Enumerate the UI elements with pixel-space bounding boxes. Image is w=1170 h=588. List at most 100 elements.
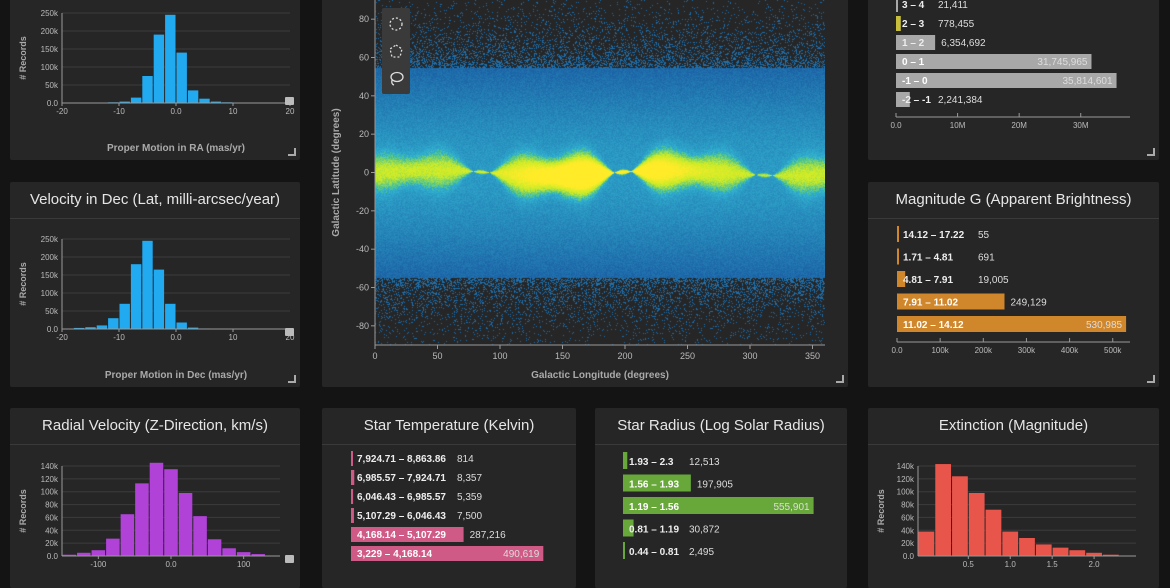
y-tick-label: 80 [359, 14, 369, 24]
y-tick-label: 80k [901, 501, 915, 510]
lasso-select-icon[interactable] [388, 70, 404, 86]
row-value: 55 [978, 230, 990, 241]
y-tick-label: 250k [41, 235, 59, 244]
resize-handle[interactable] [288, 148, 296, 156]
x-axis-label: Proper Motion in Dec (mas/yr) [105, 370, 247, 381]
row-label: 6,985.57 – 7,924.71 [357, 473, 446, 484]
lock-icon[interactable] [285, 555, 294, 563]
bar [222, 548, 236, 556]
row-value: 555,901 [773, 502, 810, 513]
bar [131, 264, 141, 329]
y-tick-label: 60k [901, 513, 915, 522]
y-tick-label: 120k [41, 475, 59, 484]
x-tick-label: 350 [805, 351, 820, 361]
row-bar [896, 0, 898, 12]
resize-handle[interactable] [836, 375, 844, 383]
x-tick-label: 0.5 [963, 560, 975, 569]
radius-panel: Star Radius (Log Solar Radius) 1.93 – 2.… [595, 408, 847, 588]
row-label: 6,046.43 – 6,985.57 [357, 492, 446, 503]
x-tick-label: 200k [975, 346, 993, 355]
row-value: 30,872 [689, 525, 720, 536]
lock-icon[interactable] [285, 97, 294, 105]
x-tick-label: 1.5 [1047, 560, 1059, 569]
row-value: 530,985 [1086, 320, 1123, 331]
row-bar [351, 451, 353, 466]
x-tick-label: 30M [1073, 121, 1089, 130]
bar [97, 325, 107, 329]
y-tick-label: -60 [356, 283, 369, 293]
y-tick-label: 120k [897, 475, 915, 484]
row-bar [351, 508, 354, 523]
bar [154, 270, 164, 329]
bar [1069, 550, 1085, 556]
bar [1053, 548, 1069, 556]
row-value: 2,495 [689, 547, 714, 558]
y-tick-label: 250k [41, 9, 59, 18]
resize-handle[interactable] [1147, 148, 1155, 156]
polygon-select-icon[interactable] [388, 43, 404, 59]
row-bar [897, 226, 899, 242]
x-tick-label: 100 [492, 351, 507, 361]
y-tick-label: 100k [41, 488, 59, 497]
temp-chart: 7,924.71 – 8,863.868146,985.57 – 7,924.7… [322, 408, 576, 588]
row-label: 3 – 4 [902, 0, 925, 11]
y-tick-label: -80 [356, 321, 369, 331]
x-tick-label: 10M [950, 121, 966, 130]
row-label: 7.91 – 11.02 [903, 298, 958, 309]
x-axis-label: Proper Motion in RA (mas/yr) [107, 143, 245, 154]
circle-select-icon[interactable] [388, 16, 404, 32]
y-tick-label: 0.0 [903, 552, 915, 561]
x-tick-label: -100 [90, 560, 107, 569]
bp-chart: 3 – 421,4112 – 3778,4551 – 26,354,6920 –… [868, 0, 1159, 160]
bar [986, 510, 1002, 556]
bar [177, 323, 187, 329]
bar [154, 35, 164, 103]
x-tick-label: 100 [237, 560, 251, 569]
y-tick-label: 150k [41, 271, 59, 280]
row-value: 5,359 [457, 492, 482, 503]
x-tick-label: 0.0 [170, 333, 182, 342]
bar [1019, 538, 1035, 556]
bar [135, 483, 149, 556]
x-tick-label: 0 [372, 351, 377, 361]
bar [121, 514, 135, 556]
y-tick-label: 20 [359, 129, 369, 139]
x-tick-label: -10 [113, 333, 125, 342]
y-tick-label: 0 [364, 168, 369, 178]
sky-panel: 050100150200250300350-80-60-40-200204060… [322, 0, 848, 387]
bar [179, 493, 193, 556]
temp-panel: Star Temperature (Kelvin) 7,924.71 – 8,8… [322, 408, 576, 588]
y-tick-label: 40 [359, 91, 369, 101]
row-label: 1.56 – 1.93 [629, 480, 679, 491]
resize-handle[interactable] [288, 375, 296, 383]
bar [919, 532, 935, 556]
row-label: 1 – 2 [902, 38, 925, 49]
y-tick-label: 0.0 [47, 552, 59, 561]
row-label: 4.81 – 7.91 [903, 275, 953, 286]
y-axis-label: # Records [18, 36, 28, 80]
row-label: 0.44 – 0.81 [629, 547, 679, 558]
y-tick-label: 80k [45, 501, 59, 510]
resize-handle[interactable] [1147, 375, 1155, 383]
y-axis-label: # Records [876, 489, 886, 533]
row-label: 3,229 – 4,168.14 [357, 549, 433, 560]
selection-toolbar [382, 8, 410, 94]
row-value: 8,357 [457, 473, 482, 484]
x-tick-label: 100k [931, 346, 949, 355]
x-tick-label: 150 [555, 351, 570, 361]
bar [1036, 544, 1052, 556]
y-tick-label: 100k [41, 289, 59, 298]
lock-icon[interactable] [285, 328, 294, 336]
row-label: -1 – 0 [902, 76, 928, 87]
radius-chart: 1.93 – 2.312,5131.56 – 1.93197,9051.19 –… [595, 408, 847, 588]
y-tick-label: 100k [897, 488, 915, 497]
x-tick-label: 0.0 [890, 121, 902, 130]
x-tick-label: 1.0 [1005, 560, 1017, 569]
x-tick-label: 20M [1011, 121, 1027, 130]
ext-chart: 0.020k40k60k80k100k120k140k0.51.01.52.0#… [868, 408, 1159, 588]
bar [108, 318, 118, 329]
row-value: 814 [457, 454, 474, 465]
x-tick-label: -20 [56, 107, 68, 116]
row-label: 5,107.29 – 6,046.43 [357, 511, 446, 522]
x-axis-label: Galactic Longitude (degrees) [531, 370, 669, 381]
